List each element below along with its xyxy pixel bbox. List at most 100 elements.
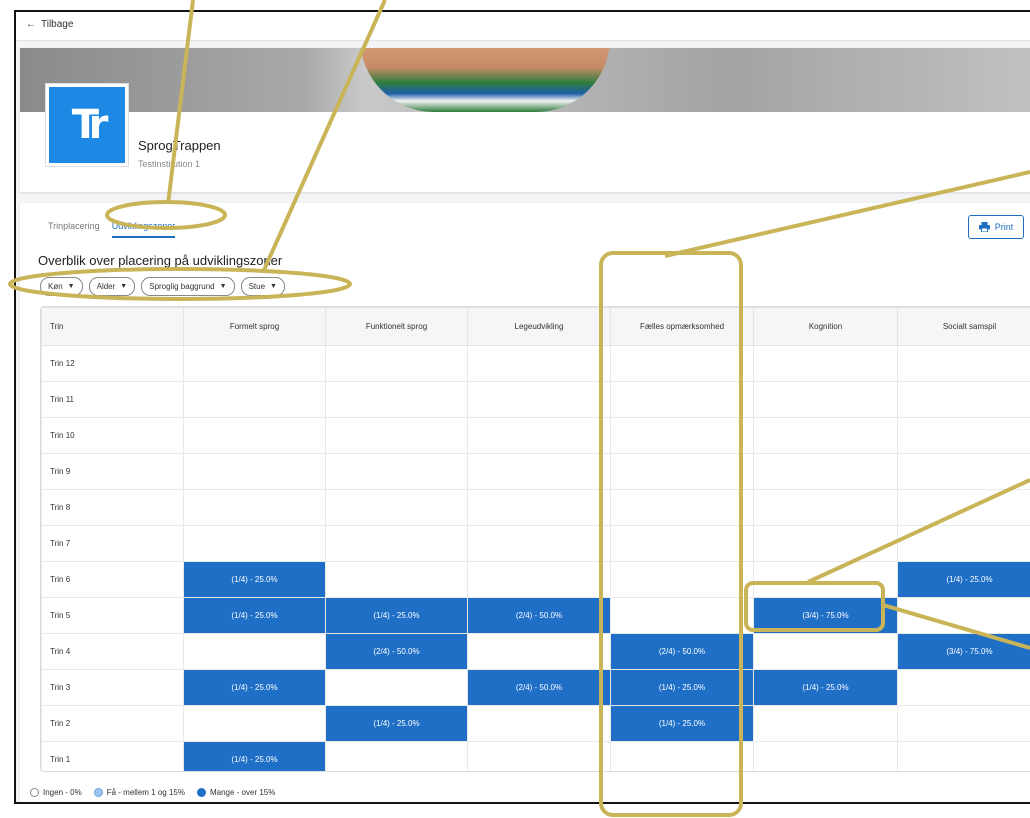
column-header: Legeudvikling (467, 307, 611, 346)
zone-cell (897, 741, 1030, 771)
legend-mange-swatch (196, 788, 206, 797)
back-link[interactable]: ← Tilbage (26, 19, 73, 30)
zone-cell (897, 669, 1030, 706)
zone-cell (183, 705, 326, 742)
institution-logo: Tr (46, 84, 128, 166)
zone-cell: (2/4) - 50.0% (325, 633, 468, 670)
zone-cell (610, 489, 754, 526)
legend-faa-label: Få - mellem 1 og 15% (106, 788, 185, 797)
filter-label: Stue (248, 282, 266, 291)
zone-cell (897, 525, 1030, 562)
table-row: Trin 7 (41, 525, 1030, 562)
table-row: Trin 6 (1/4) - 25.0% (1/4) - 25.0% (41, 561, 1030, 598)
table-row: Trin 12 (41, 345, 1030, 382)
zone-cell (467, 489, 611, 526)
filter-koen[interactable]: Køn ▼ (40, 277, 83, 296)
zone-cell (467, 417, 611, 454)
column-header: Funktionelt sprog (325, 307, 468, 346)
row-label: Trin 11 (41, 381, 184, 418)
row-label: Trin 8 (41, 489, 184, 526)
zone-cell: (1/4) - 25.0% (183, 597, 326, 634)
zone-cell (325, 525, 468, 562)
zone-cell (467, 705, 611, 742)
zone-cell: (1/4) - 25.0% (753, 669, 898, 706)
zone-cell (753, 741, 898, 771)
zone-cell (467, 633, 611, 670)
zone-cell (897, 597, 1030, 634)
zone-cell (325, 489, 468, 526)
row-label: Trin 4 (41, 633, 184, 670)
zone-cell: (3/4) - 75.0% (753, 597, 898, 634)
zone-cell (183, 525, 326, 562)
table-row: Trin 10 (41, 417, 1030, 454)
row-label: Trin 7 (41, 525, 184, 562)
zone-cell (325, 345, 468, 382)
zone-cell (610, 525, 754, 562)
filter-stue[interactable]: Stue ▼ (240, 277, 285, 296)
institution-name: SprogTrappen (138, 138, 221, 153)
table-row: Trin 11 (41, 381, 1030, 418)
zone-cell: (2/4) - 50.0% (610, 633, 754, 670)
filter-alder[interactable]: Alder ▼ (88, 277, 136, 296)
column-header: Kognition (753, 307, 898, 346)
institution-header: Tr SprogTrappen Testinstitution 1 (20, 48, 1030, 192)
zone-cell (467, 741, 611, 771)
table-header-row: Trin Formelt sprog Funktionelt sprog Leg… (41, 307, 1030, 346)
row-label: Trin 10 (41, 417, 184, 454)
zone-cell: (1/4) - 25.0% (183, 741, 326, 771)
printer-icon (978, 222, 990, 232)
zone-cell (325, 561, 468, 598)
zone-cell: (1/4) - 25.0% (325, 705, 468, 742)
zone-cell (610, 345, 754, 382)
zone-cell (325, 669, 468, 706)
banner-photo (20, 48, 1030, 112)
zone-cell (897, 345, 1030, 382)
filter-label: Køn (48, 282, 63, 291)
zone-cell (325, 453, 468, 490)
filter-sproglig-baggrund[interactable]: Sproglig baggrund ▼ (141, 277, 235, 296)
institution-subtitle: Testinstitution 1 (138, 159, 201, 169)
row-label: Trin 9 (41, 453, 184, 490)
top-bar: ← Tilbage (16, 12, 1030, 41)
zone-cell (183, 381, 326, 418)
zone-cell (467, 561, 611, 598)
filter-label: Sproglig baggrund (149, 282, 215, 291)
legend-mange-label: Mange - over 15% (209, 788, 276, 797)
zone-cell (897, 489, 1030, 526)
zone-cell: (2/4) - 50.0% (467, 669, 611, 706)
banner-child-figure (360, 48, 610, 112)
zone-cell (610, 597, 754, 634)
zone-cell (897, 381, 1030, 418)
arrow-left-icon: ← (26, 19, 36, 30)
zone-cell: (1/4) - 25.0% (325, 597, 468, 634)
column-header: Socialt samspil (897, 307, 1030, 346)
table-row: Trin 2 (1/4) - 25.0% (1/4) - 25.0% (41, 705, 1030, 742)
zone-cell (467, 345, 611, 382)
back-label: Tilbage (41, 19, 74, 30)
tab-udviklingszoner[interactable]: Udviklingszoner (111, 221, 176, 238)
view-tabs: Trinplacering Udviklingszoner (48, 221, 176, 238)
column-header: Fælles opmærksomhed (610, 307, 754, 346)
zone-cell (753, 453, 898, 490)
zone-cell: (1/4) - 25.0% (610, 669, 754, 706)
tab-trinplacering[interactable]: Trinplacering (48, 221, 100, 238)
zone-cell (183, 345, 326, 382)
zone-cell (610, 417, 754, 454)
zone-cell (897, 453, 1030, 490)
zone-cell: (2/4) - 50.0% (467, 597, 611, 634)
zone-cell (753, 633, 898, 670)
zone-cell: (1/4) - 25.0% (897, 561, 1030, 598)
legend-faa-swatch (93, 788, 103, 797)
caret-down-icon: ▼ (270, 283, 277, 290)
zone-cell (897, 417, 1030, 454)
table-row: Trin 5 (1/4) - 25.0% (1/4) - 25.0% (2/4) - … (41, 597, 1030, 634)
caret-down-icon: ▼ (120, 283, 128, 290)
zone-cell (183, 417, 326, 454)
app-screen: ← Tilbage Tr SprogTrappen Testinstitutio… (14, 10, 1030, 804)
print-button[interactable]: Print (968, 215, 1024, 239)
zone-cell (610, 741, 754, 771)
logo-letters: Tr (71, 102, 109, 148)
zone-cell (325, 417, 468, 454)
zone-table: Trin Formelt sprog Funktionelt sprog Leg… (41, 307, 1030, 771)
row-label: Trin 6 (41, 561, 184, 598)
